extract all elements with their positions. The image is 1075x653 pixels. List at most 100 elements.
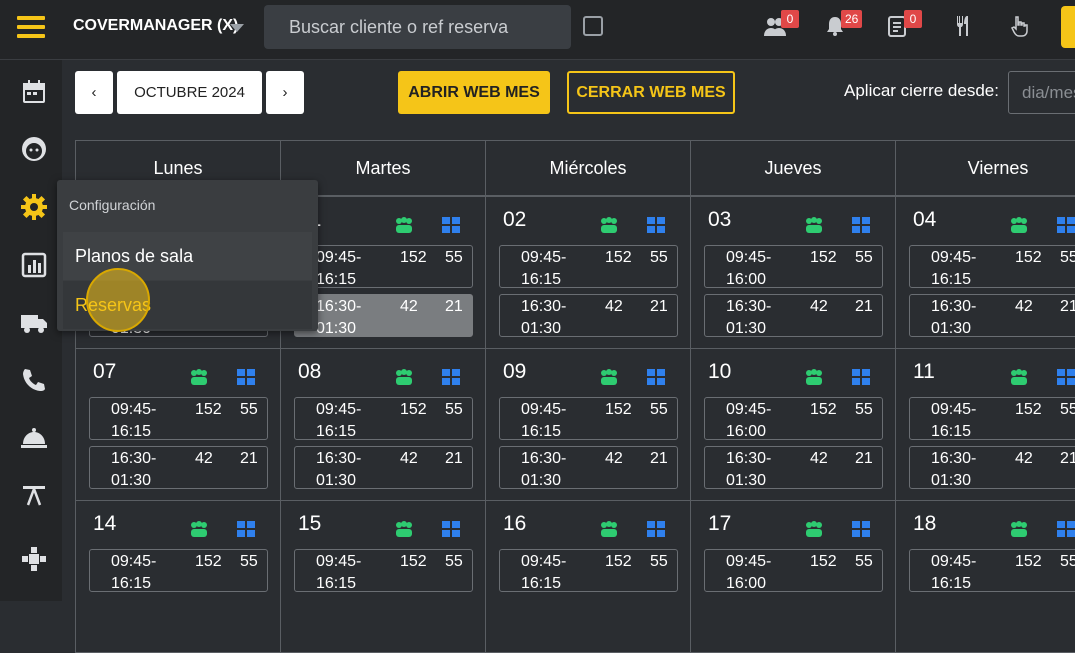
- grid-icon[interactable]: [442, 217, 460, 233]
- people-icon[interactable]: [804, 519, 824, 539]
- grid-icon[interactable]: [442, 369, 460, 385]
- service-slot[interactable]: 16:30- 01:30 42 21: [704, 294, 883, 337]
- people-icon[interactable]: [394, 519, 414, 539]
- service-slot[interactable]: 09:45- 16:15 152 55: [294, 549, 473, 592]
- people-icon[interactable]: [189, 367, 209, 387]
- table-icon[interactable]: [20, 481, 48, 509]
- calendar-day-cell[interactable]: 08 09:45- 16:15 152 55 16:30- 01:30 42 21: [280, 348, 486, 501]
- people-icon[interactable]: [394, 215, 414, 235]
- grid-icon[interactable]: [647, 369, 665, 385]
- puzzle-icon[interactable]: [20, 545, 48, 573]
- service-slot[interactable]: 16:30- 01:30 42 21: [909, 294, 1075, 337]
- hand-pointer-icon[interactable]: [1007, 14, 1033, 40]
- people-icon[interactable]: [394, 367, 414, 387]
- service-slot[interactable]: 16:30- 01:30 42 21: [704, 446, 883, 489]
- calendar-day-cell[interactable]: 11 09:45- 16:15 152 55 16:30- 01:30 42 21: [895, 348, 1075, 501]
- service-slot[interactable]: 09:45- 16:15 152 55: [499, 245, 678, 288]
- calendar-day-cell[interactable]: 07 09:45- 16:15 152 55 16:30- 01:30 42 21: [75, 348, 281, 501]
- grid-icon[interactable]: [852, 521, 870, 537]
- service-slot[interactable]: 09:45- 16:15 152 55: [499, 397, 678, 440]
- guests-icon[interactable]: 0: [763, 10, 799, 40]
- chevron-down-icon[interactable]: [230, 24, 244, 32]
- grid-icon[interactable]: [1057, 217, 1075, 233]
- service-slot[interactable]: 09:45- 16:15 152 55: [89, 549, 268, 592]
- menu-icon[interactable]: [17, 16, 45, 40]
- service-slot[interactable]: 16:30- 01:30 42 21: [89, 446, 268, 489]
- grid-icon[interactable]: [442, 521, 460, 537]
- service-slot[interactable]: 09:45- 16:15 152 55: [909, 549, 1075, 592]
- service-slot[interactable]: 16:30- 01:30 42 21: [499, 294, 678, 337]
- slot-start-time: 09:45-: [931, 553, 977, 570]
- click-indicator: [86, 268, 150, 332]
- app-title[interactable]: COVERMANAGER (X): [73, 17, 238, 35]
- slot-start-time: 09:45-: [521, 553, 567, 570]
- grid-icon[interactable]: [237, 369, 255, 385]
- calendar-day-cell[interactable]: 16 09:45- 16:15 152 55: [485, 500, 691, 653]
- slot-tables: 55: [855, 249, 873, 266]
- service-slot[interactable]: 16:30- 01:30 42 21: [909, 446, 1075, 489]
- grid-icon[interactable]: [647, 217, 665, 233]
- checkbox[interactable]: [583, 16, 603, 36]
- service-slot[interactable]: 16:30- 01:30 42 21: [499, 446, 678, 489]
- calendar-day-cell[interactable]: 02 09:45- 16:15 152 55 16:30- 01:30 42 21: [485, 196, 691, 349]
- phone-icon[interactable]: [20, 366, 48, 394]
- service-slot[interactable]: 09:45- 16:00 152 55: [704, 397, 883, 440]
- people-icon[interactable]: [804, 367, 824, 387]
- closure-date-input[interactable]: [1008, 71, 1075, 114]
- grid-icon[interactable]: [1057, 521, 1075, 537]
- people-icon[interactable]: [1009, 367, 1029, 387]
- service-slot[interactable]: 16:30- 01:30 42 21: [294, 446, 473, 489]
- service-slot[interactable]: 09:45- 16:15 152 55: [294, 245, 473, 288]
- slot-end-time: 01:30: [931, 472, 972, 489]
- face-icon[interactable]: [20, 135, 48, 163]
- cutlery-icon[interactable]: [951, 14, 977, 40]
- people-icon[interactable]: [1009, 215, 1029, 235]
- profile-button-edge[interactable]: [1061, 6, 1075, 48]
- service-slot[interactable]: 09:45- 16:15 152 55: [89, 397, 268, 440]
- gear-icon[interactable]: [20, 193, 48, 221]
- people-icon[interactable]: [804, 215, 824, 235]
- service-slot[interactable]: 09:45- 16:15 152 55: [294, 397, 473, 440]
- close-web-month-button[interactable]: CERRAR WEB MES: [567, 71, 735, 114]
- day-number: 14: [93, 512, 117, 535]
- grid-icon[interactable]: [852, 369, 870, 385]
- slot-end-time: 16:00: [726, 423, 767, 440]
- people-icon[interactable]: [189, 519, 209, 539]
- orders-icon[interactable]: 0: [886, 10, 922, 40]
- calendar-day-cell[interactable]: 04 09:45- 16:15 152 55 16:30- 01:30 42 21: [895, 196, 1075, 349]
- calendar-day-cell[interactable]: 03 09:45- 16:00 152 55 16:30- 01:30 42 21: [690, 196, 896, 349]
- service-slot[interactable]: 09:45- 16:15 152 55: [909, 397, 1075, 440]
- slot-start-time: 16:30-: [726, 450, 772, 467]
- month-label[interactable]: OCTUBRE 2024: [117, 71, 262, 114]
- grid-icon[interactable]: [852, 217, 870, 233]
- service-slot[interactable]: 09:45- 16:00 152 55: [704, 549, 883, 592]
- truck-icon[interactable]: [20, 308, 48, 336]
- people-icon[interactable]: [599, 519, 619, 539]
- people-icon[interactable]: [1009, 519, 1029, 539]
- prev-month-button[interactable]: ‹: [75, 71, 113, 114]
- calendar-day-cell[interactable]: 17 09:45- 16:00 152 55: [690, 500, 896, 653]
- day-number: 18: [913, 512, 937, 535]
- next-month-button[interactable]: ›: [266, 71, 304, 114]
- calendar-day-cell[interactable]: 15 09:45- 16:15 152 55: [280, 500, 486, 653]
- grid-icon[interactable]: [647, 521, 665, 537]
- cloche-icon[interactable]: [20, 423, 48, 451]
- slot-tables: 21: [855, 298, 873, 315]
- service-slot[interactable]: 09:45- 16:00 152 55: [704, 245, 883, 288]
- calendar-day-cell[interactable]: 18 09:45- 16:15 152 55: [895, 500, 1075, 653]
- grid-icon[interactable]: [237, 521, 255, 537]
- calendar-day-cell[interactable]: 14 09:45- 16:15 152 55: [75, 500, 281, 653]
- open-web-month-button[interactable]: ABRIR WEB MES: [398, 71, 550, 114]
- calendar-icon[interactable]: [20, 78, 48, 106]
- bell-icon[interactable]: 26: [823, 10, 863, 40]
- service-slot[interactable]: 16:30- 01:30 42 21: [294, 294, 473, 337]
- people-icon[interactable]: [599, 367, 619, 387]
- service-slot[interactable]: 09:45- 16:15 152 55: [499, 549, 678, 592]
- people-icon[interactable]: [599, 215, 619, 235]
- chart-icon[interactable]: [20, 251, 48, 279]
- grid-icon[interactable]: [1057, 369, 1075, 385]
- service-slot[interactable]: 09:45- 16:15 152 55: [909, 245, 1075, 288]
- calendar-day-cell[interactable]: 10 09:45- 16:00 152 55 16:30- 01:30 42 21: [690, 348, 896, 501]
- search-input[interactable]: [264, 5, 571, 49]
- calendar-day-cell[interactable]: 09 09:45- 16:15 152 55 16:30- 01:30 42 21: [485, 348, 691, 501]
